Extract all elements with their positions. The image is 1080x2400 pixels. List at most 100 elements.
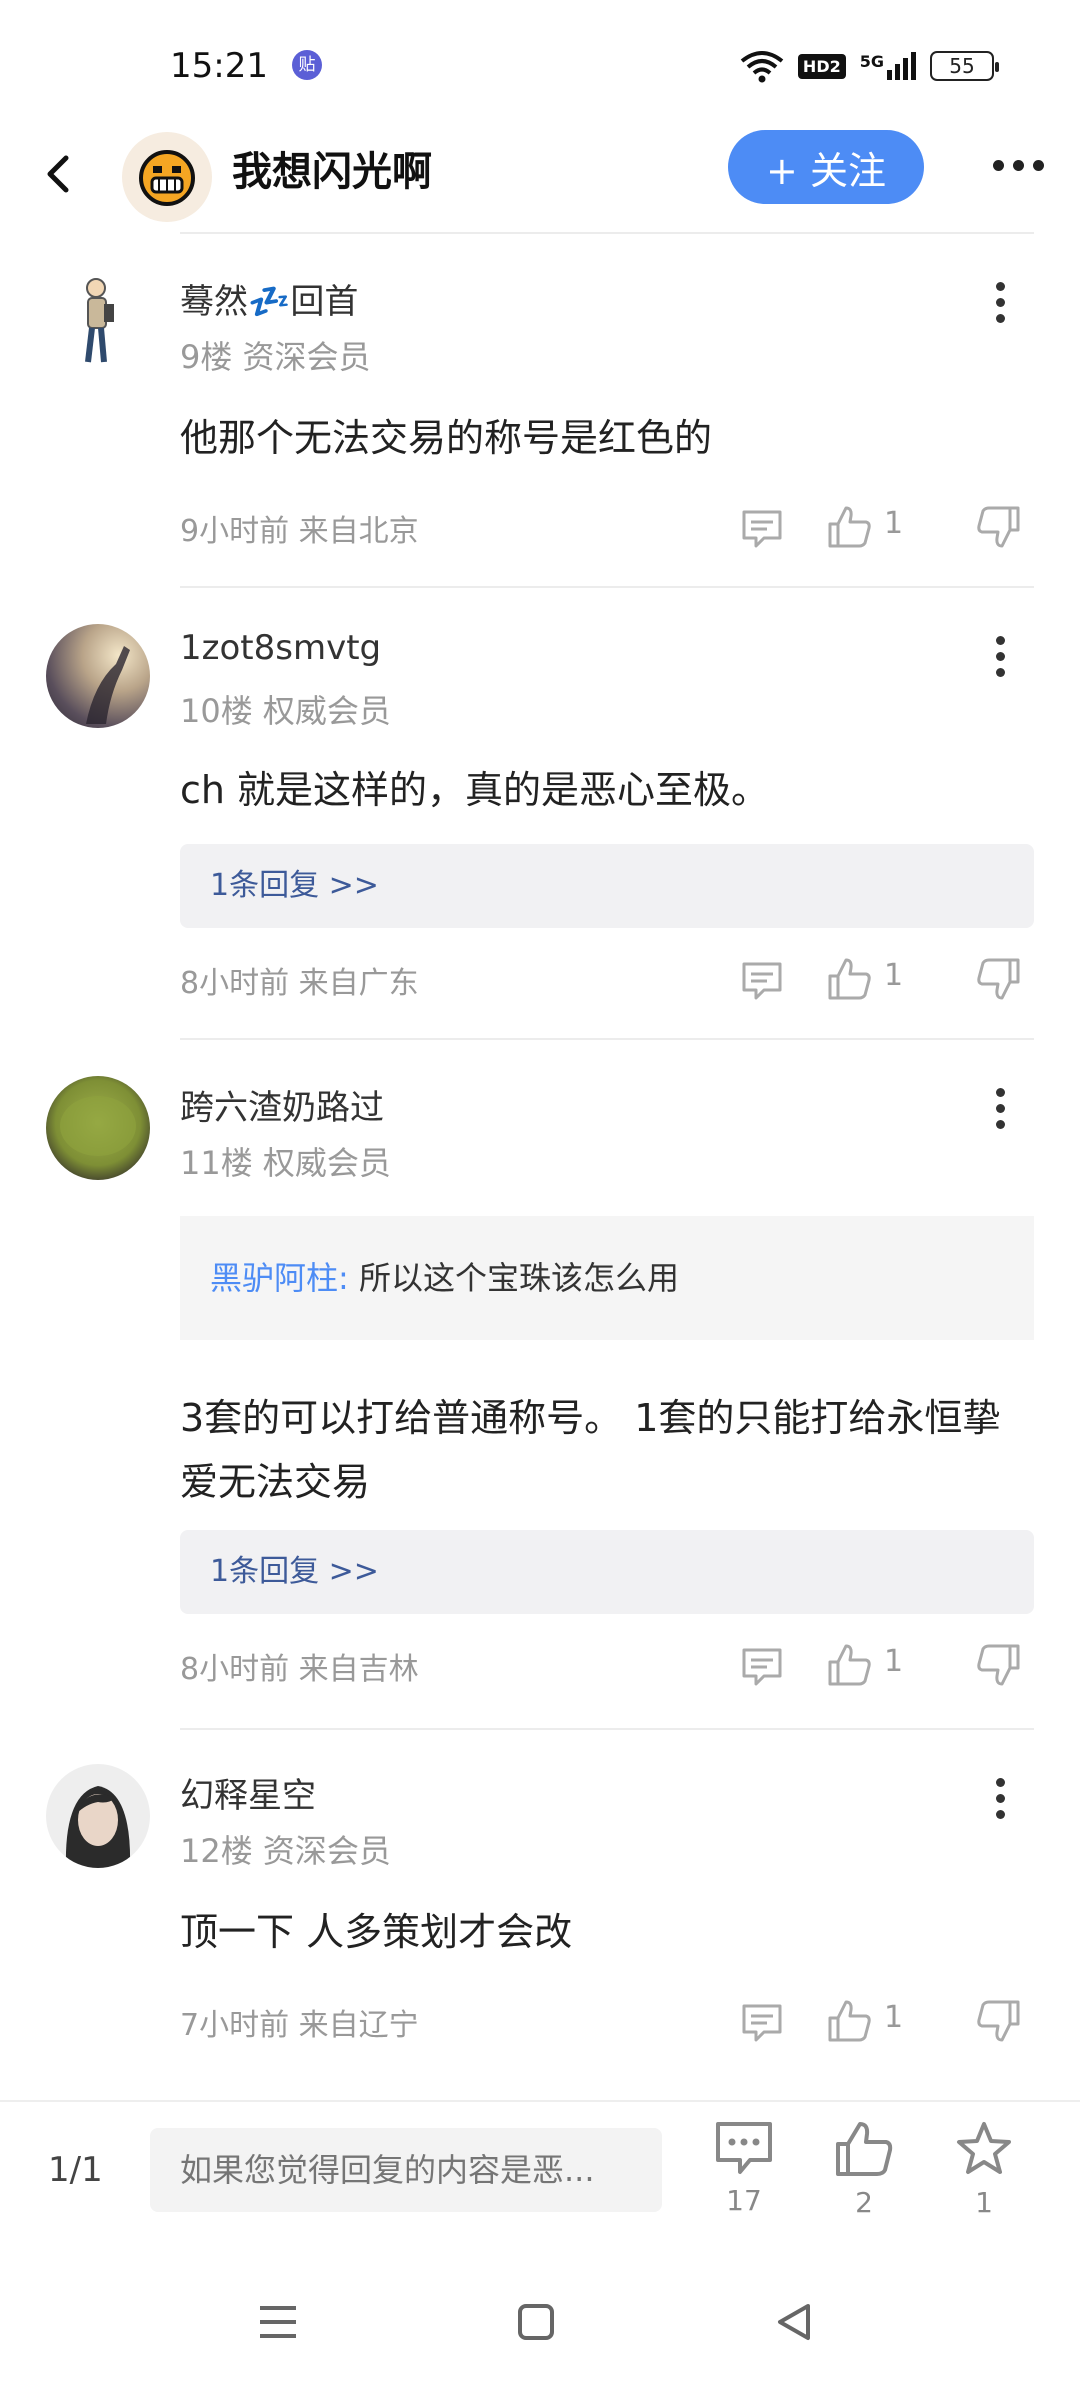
dislike-icon[interactable] — [976, 1998, 1022, 2044]
star-icon — [957, 2122, 1011, 2174]
back-button[interactable] — [30, 144, 90, 204]
page-indicator[interactable]: 1/1 — [48, 2150, 103, 2190]
dislike-icon[interactable] — [976, 1642, 1022, 1688]
favorite-button[interactable]: 1 — [942, 2120, 1026, 2232]
quoted-text: 所以这个宝珠该怎么用 — [348, 1259, 679, 1297]
post-item: 蓦然💤回首 9楼 资深会员 他那个无法交易的称号是红色的 9小时前 来自北京 1 — [0, 234, 1080, 586]
wifi-icon — [740, 51, 784, 83]
page-title: 我想闪光啊 — [232, 149, 432, 195]
sub-reply-link[interactable]: 1条回复 >> — [180, 1530, 1034, 1614]
quoted-username[interactable]: 黑驴阿柱: — [210, 1259, 349, 1297]
status-indicators: HD2 5G 55 — [740, 48, 999, 84]
tieba-notification-icon: 贴 — [292, 50, 322, 80]
menu-dot — [995, 1793, 1005, 1803]
comment-icon[interactable] — [740, 506, 784, 550]
username-text: 蓦然 — [180, 282, 248, 322]
menu-dot — [995, 1809, 1005, 1819]
post-meta: 9小时前 来自北京 — [180, 514, 419, 549]
comment-icon[interactable] — [740, 1644, 784, 1688]
post-content: 3套的可以打给普通称号。 1套的只能打给永恒挚爱无法交易 — [180, 1396, 1001, 1504]
user-avatar[interactable] — [46, 624, 150, 728]
author-avatar[interactable] — [122, 132, 212, 222]
user-avatar[interactable] — [46, 1764, 150, 1868]
menu-dot — [995, 1119, 1005, 1129]
back-arrow-icon — [47, 155, 69, 193]
comment-bubble-icon — [716, 2122, 772, 2174]
signal-icon: 5G — [860, 52, 916, 80]
grinning-face-avatar-icon — [139, 150, 195, 206]
like-count: 1 — [884, 506, 904, 541]
status-time: 15:21 — [170, 46, 268, 86]
floor-level: 9楼 资深会员 — [180, 338, 371, 376]
post-item: 跨六渣奶路过 11楼 权威会员 黑驴阿柱: 所以这个宝珠该怎么用 3套的可以打给… — [0, 1040, 1080, 1728]
more-dot — [1012, 159, 1024, 171]
home-square-icon[interactable] — [506, 2292, 566, 2352]
vertical-dots-icon — [995, 1087, 1005, 1097]
thumbs-up-icon — [836, 2122, 893, 2176]
like-icon[interactable] — [826, 1998, 872, 2044]
more-options-button[interactable] — [978, 140, 1058, 190]
photo-avatar-icon — [86, 646, 130, 724]
username-text-suffix: 回首 — [290, 282, 359, 322]
like-icon[interactable] — [826, 1642, 872, 1688]
post-menu-button[interactable] — [980, 1768, 1020, 1828]
thread-like-count: 2 — [855, 2186, 873, 2219]
menu-dot — [995, 651, 1005, 661]
follow-button[interactable]: + 关注 — [728, 130, 924, 204]
username[interactable]: 蓦然💤回首 — [180, 274, 358, 323]
like-icon[interactable] — [826, 504, 872, 550]
quoted-reply: 黑驴阿柱: 所以这个宝珠该怎么用 — [180, 1216, 1034, 1340]
back-triangle-icon[interactable] — [764, 2292, 824, 2352]
portrait-avatar-icon — [65, 1786, 131, 1868]
post-item: 幻释星空 12楼 资深会员 顶一下 人多策划才会改 7小时前 来自辽宁 1 — [0, 1730, 1080, 2082]
post-menu-button[interactable] — [980, 1078, 1020, 1138]
menu-dot — [995, 297, 1005, 307]
matcha-drink-avatar-icon — [60, 1096, 136, 1156]
post-meta: 7小时前 来自辽宁 — [180, 2008, 419, 2043]
sub-reply-link[interactable]: 1条回复 >> — [180, 844, 1034, 928]
bottom-action-bar: 1/1 17 2 1 — [0, 2100, 1080, 2240]
like-icon[interactable] — [826, 956, 872, 1002]
comment-icon[interactable] — [740, 958, 784, 1002]
thread-header: 我想闪光啊 + 关注 — [0, 120, 1080, 232]
comments-button[interactable]: 17 — [702, 2120, 786, 2232]
more-dots-icon — [992, 159, 1004, 171]
dislike-icon[interactable] — [976, 504, 1022, 550]
network-type-label: 5G — [859, 52, 884, 71]
like-thread-button[interactable]: 2 — [822, 2120, 906, 2232]
comment-count: 17 — [726, 2184, 762, 2217]
post-content: 他那个无法交易的称号是红色的 — [180, 416, 713, 460]
system-nav-bar — [0, 2240, 1080, 2400]
cartoon-person-avatar-icon — [85, 278, 114, 363]
username[interactable]: 跨六渣奶路过 — [180, 1080, 384, 1129]
vertical-dots-icon — [995, 635, 1005, 645]
battery-icon: 55 — [930, 51, 999, 81]
post-menu-button[interactable] — [980, 626, 1020, 686]
like-count: 1 — [884, 2000, 904, 2035]
post-content: ch 就是这样的，真的是恶心至极。 — [180, 768, 770, 812]
menu-lines-icon[interactable] — [248, 2292, 308, 2352]
comment-icon[interactable] — [740, 2000, 784, 2044]
username[interactable]: 幻释星空 — [180, 1768, 316, 1817]
like-count: 1 — [884, 958, 904, 993]
vertical-dots-icon — [995, 1777, 1005, 1787]
sleeping-emoji-icon: 💤 — [248, 282, 291, 322]
username[interactable]: 1zot8smvtg — [180, 628, 381, 668]
post-content: 顶一下 人多策划才会改 — [180, 1910, 573, 1954]
menu-dot — [995, 1103, 1005, 1113]
user-avatar[interactable] — [46, 1076, 150, 1180]
floor-level: 12楼 资深会员 — [180, 1832, 391, 1870]
post-meta: 8小时前 来自广东 — [180, 966, 419, 1001]
favorite-count: 1 — [975, 2186, 993, 2219]
menu-dot — [995, 313, 1005, 323]
reply-input[interactable] — [150, 2128, 662, 2212]
vertical-dots-icon — [995, 281, 1005, 291]
floor-level: 11楼 权威会员 — [180, 1144, 391, 1182]
dislike-icon[interactable] — [976, 956, 1022, 1002]
post-meta: 8小时前 来自吉林 — [180, 1652, 419, 1687]
user-avatar[interactable] — [46, 270, 150, 374]
post-menu-button[interactable] — [980, 272, 1020, 332]
hd-voice-badge: HD2 — [797, 53, 846, 79]
like-count: 1 — [884, 1644, 904, 1679]
more-dot — [1032, 159, 1044, 171]
